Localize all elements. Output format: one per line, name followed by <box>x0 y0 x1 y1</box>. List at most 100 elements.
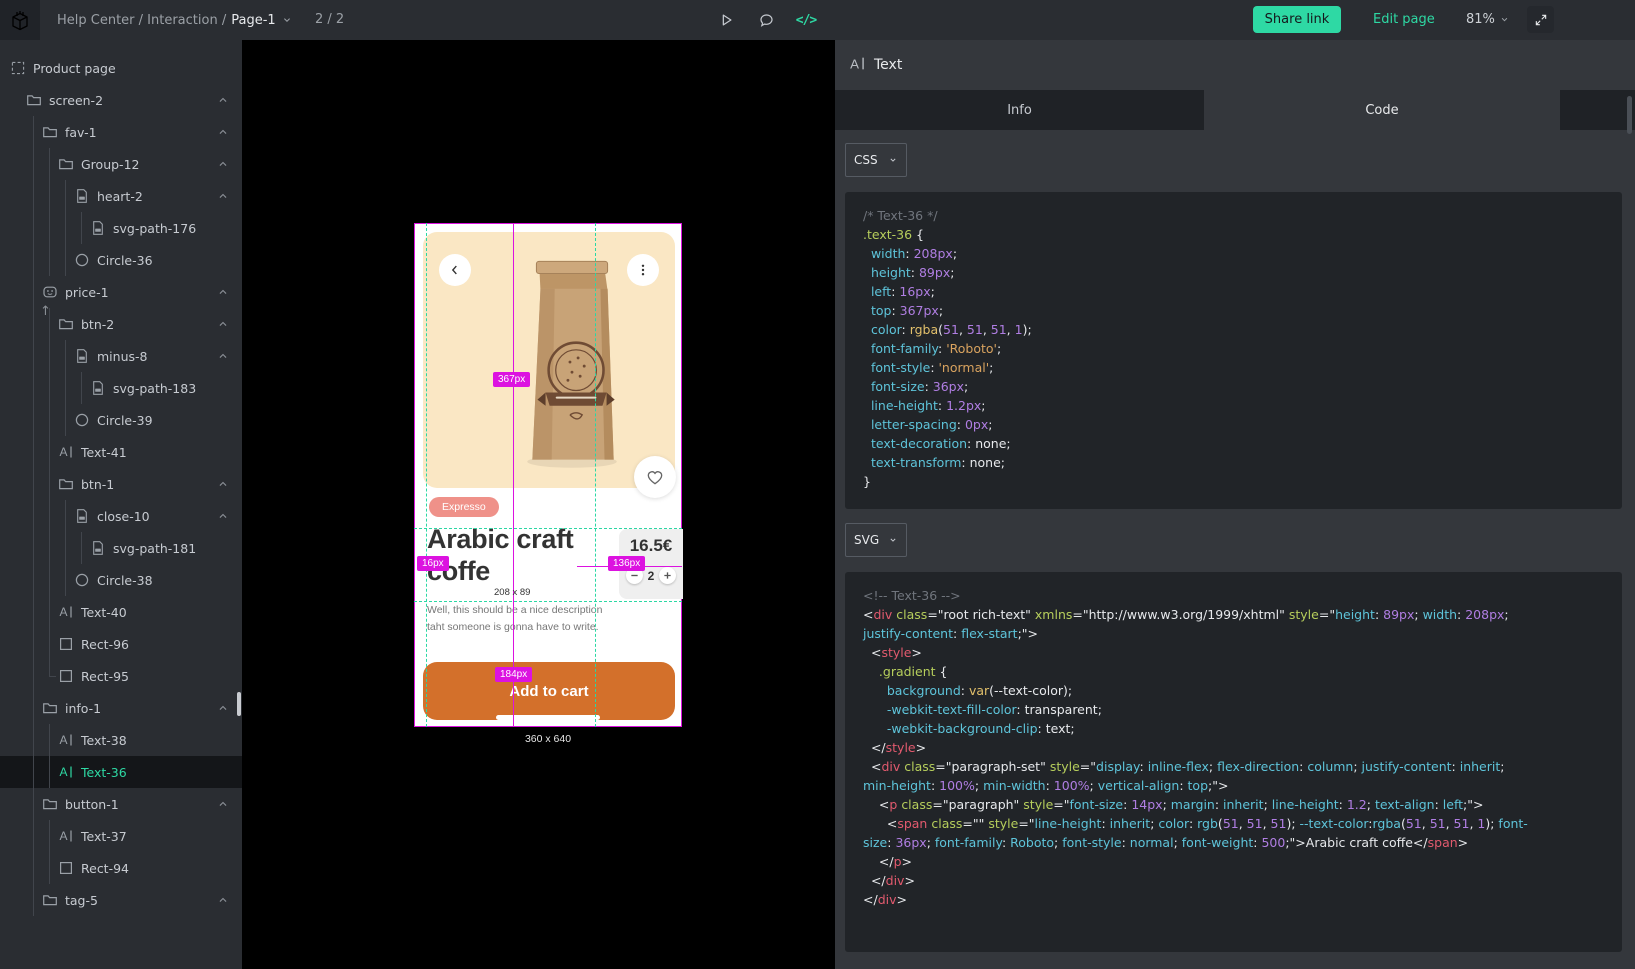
layer-row-rect-96[interactable]: Rect-96 <box>0 628 242 660</box>
layer-row-btn-2[interactable]: btn-2 <box>0 308 242 340</box>
code-line: size: 36px; font-family: Roboto; font-st… <box>863 833 1612 852</box>
svg-format-dropdown[interactable]: SVG <box>845 523 907 557</box>
product-photo-area[interactable] <box>423 232 675 488</box>
svg-text:A: A <box>60 733 68 747</box>
indent-guide <box>33 340 34 372</box>
layer-row-screen-2[interactable]: screen-2 <box>0 84 242 116</box>
comment-icon[interactable] <box>756 10 776 30</box>
favorite-button[interactable] <box>634 456 676 498</box>
inspector-panel: A Text Info Code CSS /* Text-36 */.text-… <box>835 40 1635 969</box>
back-button[interactable] <box>439 254 471 286</box>
code-line: background: var(--text-color); <box>863 681 1612 700</box>
app-logo-icon[interactable] <box>0 0 40 40</box>
layer-row-fav-1[interactable]: fav-1 <box>0 116 242 148</box>
mask-icon <box>42 284 58 300</box>
indent-guide <box>65 212 66 244</box>
code-line: </p> <box>863 852 1612 871</box>
more-menu-button[interactable] <box>627 254 659 286</box>
chevron-up-icon[interactable] <box>216 189 230 203</box>
layer-row-circle-38[interactable]: Circle-38 <box>0 564 242 596</box>
guide-left <box>426 223 427 727</box>
product-tag-badge[interactable]: Expresso <box>429 497 499 517</box>
zoom-level-value: 81% <box>1466 12 1495 27</box>
indent-guide <box>33 372 34 404</box>
chevron-up-icon[interactable] <box>216 509 230 523</box>
product-price: 16.5€ <box>619 536 683 556</box>
play-icon[interactable] <box>716 10 736 30</box>
code-line: height: 89px; <box>863 263 1612 282</box>
css-format-dropdown[interactable]: CSS <box>845 143 907 177</box>
layer-row-text-41[interactable]: AText-41 <box>0 436 242 468</box>
plus-button[interactable] <box>659 567 676 584</box>
chevron-up-icon[interactable] <box>216 797 230 811</box>
layer-row-text-37[interactable]: AText-37 <box>0 820 242 852</box>
product-page-frame[interactable]: Expresso Arabic craft coffe 208 x 89 16.… <box>414 223 682 727</box>
layer-row-close-10[interactable]: close-10 <box>0 500 242 532</box>
layer-label: fav-1 <box>65 125 97 140</box>
frame-size-label: 360 x 640 <box>414 733 682 745</box>
indent-guide <box>33 404 34 436</box>
tab-info[interactable]: Info <box>835 90 1204 130</box>
topbar-actions: </> <box>716 0 816 40</box>
layer-row-button-1[interactable]: button-1 <box>0 788 242 820</box>
text-icon: A <box>849 55 866 76</box>
indent-guide <box>81 212 82 244</box>
product-title[interactable]: Arabic craft coffe <box>427 524 605 588</box>
layer-row-btn-1[interactable]: btn-1 <box>0 468 242 500</box>
chevron-up-icon[interactable] <box>216 477 230 491</box>
breadcrumb[interactable]: Help Center / Interaction / Page-1 <box>57 0 293 40</box>
code-line: .gradient { <box>863 662 1612 681</box>
indent-guide <box>33 180 34 212</box>
layer-row-svg-path-183[interactable]: svg-path-183 <box>0 372 242 404</box>
sidebar-scrollbar[interactable] <box>237 692 241 716</box>
layer-row-svg-path-176[interactable]: svg-path-176 <box>0 212 242 244</box>
chevron-up-icon[interactable] <box>216 125 230 139</box>
chevron-down-icon <box>888 535 898 545</box>
indent-guide <box>49 756 50 788</box>
chevron-up-icon[interactable] <box>216 93 230 107</box>
layer-row-group-12[interactable]: Group-12 <box>0 148 242 180</box>
layer-row-text-36[interactable]: AText-36 <box>0 756 242 788</box>
panel-scrollbar[interactable] <box>1627 96 1632 134</box>
add-to-cart-button[interactable]: Add to cart <box>423 662 675 720</box>
zoom-level-dropdown[interactable]: 81% <box>1466 12 1510 27</box>
layer-row-product-page[interactable]: Product page <box>0 52 242 84</box>
layer-row-price-1[interactable]: price-1 <box>0 276 242 308</box>
folder-icon <box>42 124 58 140</box>
layer-row-text-38[interactable]: AText-38 <box>0 724 242 756</box>
layer-row-info-1[interactable]: info-1 <box>0 692 242 724</box>
layer-row-heart-2[interactable]: heart-2 <box>0 180 242 212</box>
code-line: left: 16px; <box>863 282 1612 301</box>
chevron-up-icon[interactable] <box>216 157 230 171</box>
code-line: font-style: 'normal'; <box>863 358 1612 377</box>
indent-guide <box>81 372 82 404</box>
layer-row-minus-8[interactable]: minus-8 <box>0 340 242 372</box>
chevron-up-icon[interactable] <box>216 701 230 715</box>
layer-row-text-40[interactable]: AText-40 <box>0 596 242 628</box>
indent-guide <box>49 436 50 468</box>
rect-icon <box>58 860 74 876</box>
edit-page-link[interactable]: Edit page <box>1373 12 1435 27</box>
chevron-up-icon[interactable] <box>216 285 230 299</box>
breadcrumb-path: Help Center / Interaction / <box>57 13 226 28</box>
breadcrumb-current: Page-1 <box>231 13 275 28</box>
share-link-button[interactable]: Share link <box>1253 6 1341 33</box>
chevron-up-icon[interactable] <box>216 893 230 907</box>
layer-row-rect-94[interactable]: Rect-94 <box>0 852 242 884</box>
layer-row-circle-36[interactable]: Circle-36 <box>0 244 242 276</box>
layer-row-svg-path-181[interactable]: svg-path-181 <box>0 532 242 564</box>
layer-label: price-1 <box>65 285 109 300</box>
fullscreen-button[interactable] <box>1527 6 1554 33</box>
coffee-bag-image <box>511 250 633 474</box>
indent-guide <box>65 404 66 436</box>
code-icon[interactable]: </> <box>796 10 816 30</box>
layer-row-rect-95[interactable]: Rect-95 <box>0 660 242 692</box>
chevron-up-icon[interactable] <box>216 349 230 363</box>
chevron-up-icon[interactable] <box>216 317 230 331</box>
indent-guide <box>33 564 34 596</box>
code-line: </div> <box>863 890 1612 909</box>
layer-row-circle-39[interactable]: Circle-39 <box>0 404 242 436</box>
tab-code[interactable]: Code <box>1204 90 1560 130</box>
layer-row-tag-5[interactable]: tag-5 <box>0 884 242 916</box>
layer-label: Text-41 <box>81 445 127 460</box>
